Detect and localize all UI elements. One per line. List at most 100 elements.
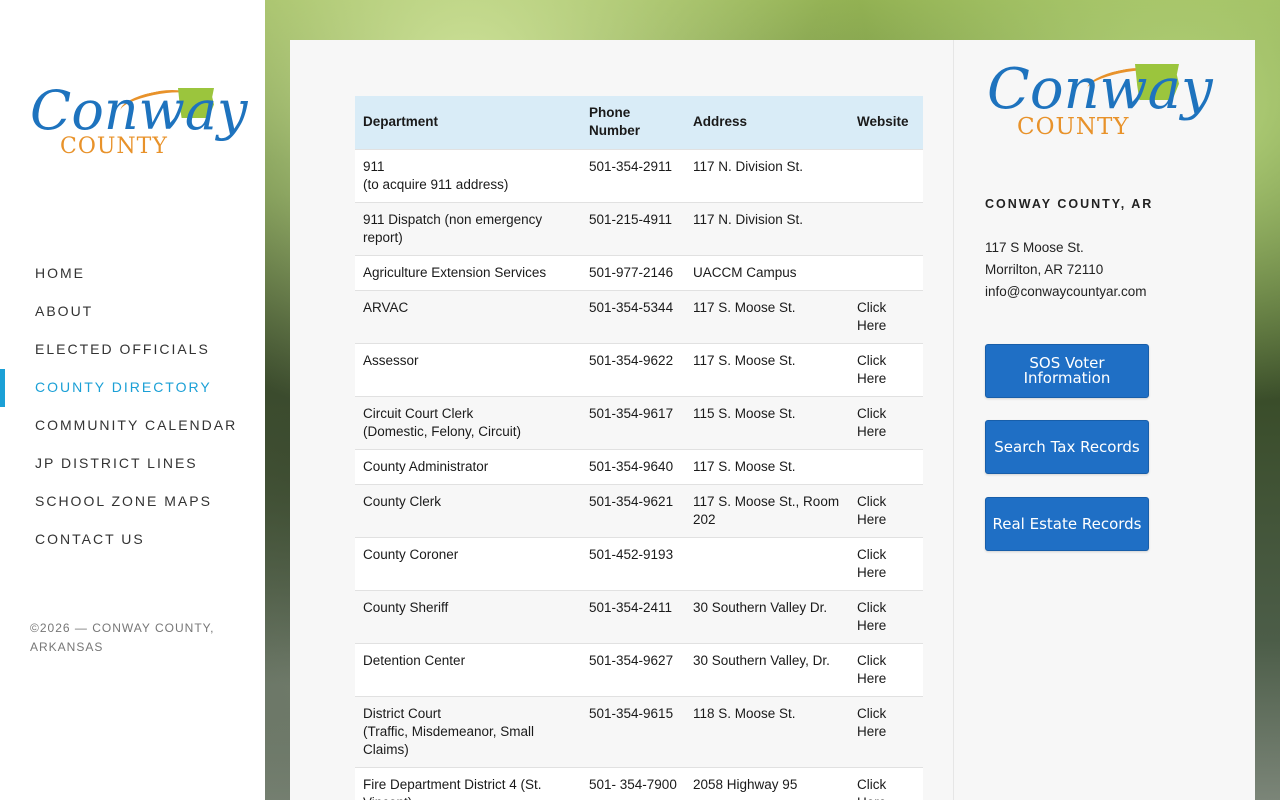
department-text: County Clerk bbox=[363, 493, 442, 509]
department-text: Assessor bbox=[363, 352, 419, 368]
cell-phone: 501-354-9617 bbox=[581, 395, 685, 449]
nav-item-contact-us[interactable]: CONTACT US bbox=[0, 528, 265, 566]
main-navigation: HOME ABOUT ELECTED OFFICIALS COUNTY DIRE… bbox=[0, 262, 265, 566]
cell-department: Agriculture Extension Services bbox=[355, 254, 581, 290]
cell-phone: 501-354-9627 bbox=[581, 642, 685, 696]
cell-address: 117 S. Moose St. bbox=[685, 448, 849, 484]
header-department: Department bbox=[355, 96, 581, 149]
cell-department: Assessor bbox=[355, 342, 581, 396]
sos-voter-info-button[interactable]: SOS Voter Information bbox=[985, 344, 1149, 398]
cell-department: County Coroner bbox=[355, 536, 581, 590]
header-phone: Phone Number bbox=[581, 96, 685, 149]
cell-website: Click Here bbox=[849, 289, 923, 343]
website-link[interactable]: Click Here bbox=[857, 353, 886, 386]
cell-website bbox=[849, 448, 923, 484]
logo-script-text: Conway bbox=[30, 79, 248, 142]
cell-address bbox=[685, 536, 849, 590]
department-text: District Court bbox=[363, 705, 442, 721]
nav-item-school-zone-maps[interactable]: SCHOOL ZONE MAPS bbox=[0, 490, 265, 528]
department-text: Agriculture Extension Services bbox=[363, 264, 547, 280]
cell-address: 2058 Highway 95 bbox=[685, 766, 849, 800]
cell-website: Click Here bbox=[849, 395, 923, 449]
department-text: ARVAC bbox=[363, 299, 409, 315]
cell-department: County Clerk bbox=[355, 483, 581, 537]
website-link[interactable]: Click Here bbox=[857, 653, 886, 686]
cell-address: 30 Southern Valley Dr. bbox=[685, 589, 849, 643]
department-text: Circuit Court Clerk bbox=[363, 405, 474, 421]
cell-website bbox=[849, 148, 923, 202]
header-website: Website bbox=[849, 96, 923, 149]
table-row: 911 (to acquire 911 address) 501-354-2911 1… bbox=[355, 148, 923, 202]
address-street: 117 S Moose St. bbox=[985, 240, 1084, 255]
widget-title: CONWAY COUNTY, AR bbox=[985, 197, 1154, 211]
table-row: County Clerk 501-354-9621 117 S. Moose St.… bbox=[355, 483, 923, 537]
cell-website: Click Here bbox=[849, 342, 923, 396]
cell-phone: 501-354-9622 bbox=[581, 342, 685, 396]
cell-department: ARVAC bbox=[355, 289, 581, 343]
right-sidebar: Conway COUNTY CONWAY COUNTY, AR 117 S Mo… bbox=[953, 40, 1255, 800]
search-tax-records-button[interactable]: Search Tax Records bbox=[985, 420, 1149, 474]
cell-address: 117 N. Division St. bbox=[685, 201, 849, 255]
cell-phone: 501-354-9640 bbox=[581, 448, 685, 484]
logo-county-text: COUNTY bbox=[1017, 114, 1130, 140]
department-text: Fire Department District 4 (St. Vincent) bbox=[363, 776, 542, 800]
table-row: County Administrator 501-354-9640 117 S. M… bbox=[355, 448, 923, 484]
website-link[interactable]: Click Here bbox=[857, 300, 886, 333]
nav-item-community-calendar[interactable]: COMMUNITY CALENDAR bbox=[0, 414, 265, 452]
cell-department: 911 (to acquire 911 address) bbox=[355, 148, 581, 202]
cell-address: UACCM Campus bbox=[685, 254, 849, 290]
cell-address: 117 N. Division St. bbox=[685, 148, 849, 202]
cell-department: 911 Dispatch (non emergency report) bbox=[355, 201, 581, 255]
department-text: (Traffic, Misdemeanor, Small Claims) bbox=[363, 723, 535, 757]
department-text: (to acquire 911 address) bbox=[363, 176, 509, 192]
cell-address: 117 S. Moose St. bbox=[685, 289, 849, 343]
department-text: County Sheriff bbox=[363, 599, 449, 615]
nav-item-jp-district-lines[interactable]: JP DISTRICT LINES bbox=[0, 452, 265, 490]
table-row: Detention Center 501-354-9627 30 Southern … bbox=[355, 642, 923, 696]
nav-item-county-directory[interactable]: COUNTY DIRECTORY bbox=[0, 369, 265, 414]
cell-phone: 501-354-9615 bbox=[581, 695, 685, 767]
cell-address: 115 S. Moose St. bbox=[685, 395, 849, 449]
nav-item-home[interactable]: HOME bbox=[0, 262, 265, 300]
cell-website: Click Here bbox=[849, 642, 923, 696]
real-estate-records-button[interactable]: Real Estate Records bbox=[985, 497, 1149, 551]
cell-department: Detention Center bbox=[355, 642, 581, 696]
website-link[interactable]: Click Here bbox=[857, 777, 886, 800]
table-body: 911 (to acquire 911 address) 501-354-2911 1… bbox=[355, 148, 923, 800]
cell-website: Click Here bbox=[849, 589, 923, 643]
cell-website bbox=[849, 254, 923, 290]
site-logo[interactable]: Conway COUNTY bbox=[30, 84, 248, 168]
nav-item-about[interactable]: ABOUT bbox=[0, 300, 265, 338]
website-link[interactable]: Click Here bbox=[857, 406, 886, 439]
cell-address: 117 S. Moose St., Room 202 bbox=[685, 483, 849, 537]
website-link[interactable]: Click Here bbox=[857, 706, 886, 739]
logo-script-text: Conway bbox=[987, 57, 1213, 122]
logo-county-text: COUNTY bbox=[60, 134, 168, 159]
address-city: Morrilton, AR 72110 bbox=[985, 262, 1104, 277]
department-text: 911 Dispatch (non emergency report) bbox=[363, 211, 543, 245]
table-row: Assessor 501-354-9622 117 S. Moose St. Clic… bbox=[355, 342, 923, 396]
cell-department: District Court (Traffic, Misdemeanor, Sma… bbox=[355, 695, 581, 767]
website-link[interactable]: Click Here bbox=[857, 494, 886, 527]
department-text: County Administrator bbox=[363, 458, 489, 474]
table-header-row: Department Phone Number Address Website bbox=[355, 96, 923, 149]
cell-phone: 501-977-2146 bbox=[581, 254, 685, 290]
cell-phone: 501-215-4911 bbox=[581, 201, 685, 255]
table-row: Agriculture Extension Services 501-977-21… bbox=[355, 254, 923, 290]
county-directory-table: Department Phone Number Address Website … bbox=[355, 96, 923, 800]
cell-phone: 501-354-2411 bbox=[581, 589, 685, 643]
cell-website bbox=[849, 201, 923, 255]
website-link[interactable]: Click Here bbox=[857, 600, 886, 633]
website-link[interactable]: Click Here bbox=[857, 547, 886, 580]
nav-item-elected-officials[interactable]: ELECTED OFFICIALS bbox=[0, 338, 265, 376]
main-content: Department Phone Number Address Website … bbox=[290, 40, 953, 800]
header-address: Address bbox=[685, 96, 849, 149]
cell-website: Click Here bbox=[849, 695, 923, 767]
table-row: ARVAC 501-354-5344 117 S. Moose St. Click H… bbox=[355, 289, 923, 343]
cell-website: Click Here bbox=[849, 536, 923, 590]
cell-phone: 501-354-2911 bbox=[581, 148, 685, 202]
department-text: (Domestic, Felony, Circuit) bbox=[363, 423, 522, 439]
contact-email-link[interactable]: info@conwaycountyar.com bbox=[985, 281, 1147, 303]
table-row: Fire Department District 4 (St. Vincent)… bbox=[355, 766, 923, 800]
left-sidebar: Conway COUNTY HOME ABOUT ELECTED OFFICIA… bbox=[0, 0, 265, 800]
